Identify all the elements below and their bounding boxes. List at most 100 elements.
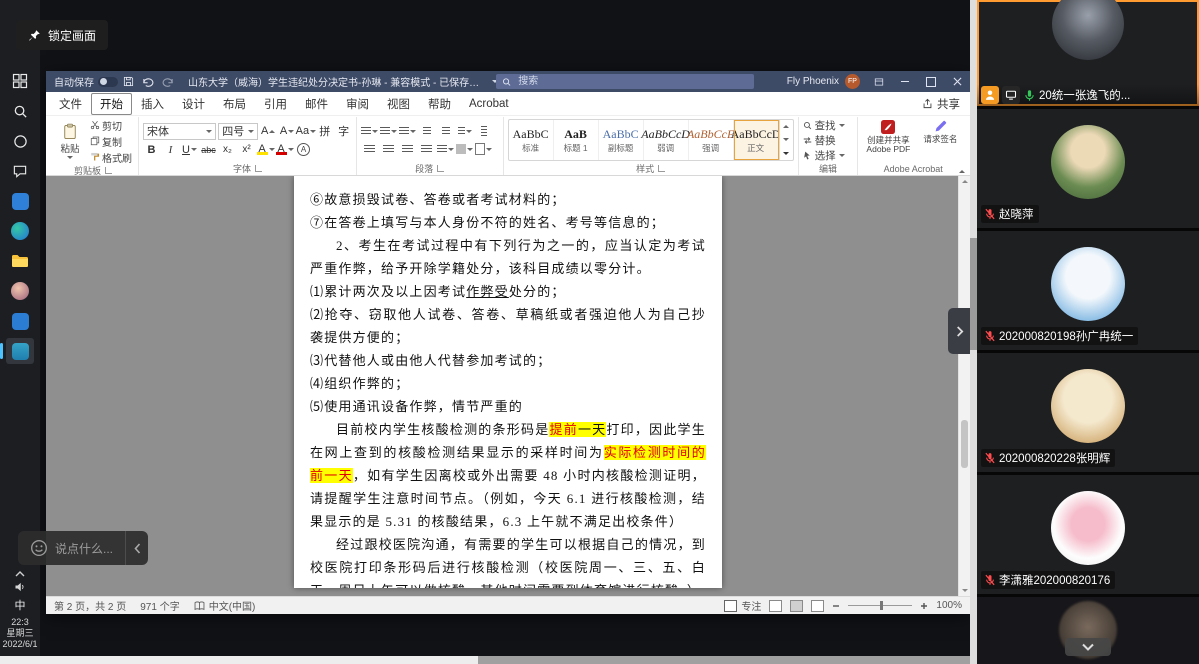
cortana-icon[interactable] (6, 128, 34, 154)
speaker-icon[interactable] (14, 581, 26, 593)
font-launcher-icon[interactable] (255, 165, 262, 172)
align-left-button[interactable] (361, 141, 378, 157)
phonetic-guide-button[interactable]: 拼 (316, 123, 333, 139)
language-indicator[interactable]: 中文(中国) (194, 598, 255, 613)
italic-button[interactable]: I (162, 142, 179, 158)
ime-indicator[interactable]: 中 (14, 597, 25, 613)
select-button[interactable]: 选择 (803, 149, 845, 162)
tab-home[interactable]: 开始 (91, 92, 132, 115)
cut-button[interactable]: 剪切 (88, 118, 134, 133)
align-center-button[interactable] (380, 141, 397, 157)
video-app-icon[interactable] (6, 188, 34, 214)
close-button[interactable] (944, 71, 970, 92)
zoom-out-button[interactable] (832, 602, 840, 610)
app-icon-blue[interactable] (6, 308, 34, 334)
redo-button[interactable] (158, 71, 178, 92)
shrink-font-button[interactable]: A (279, 123, 296, 139)
underline-button[interactable]: U (181, 142, 198, 158)
tab-review[interactable]: 审阅 (337, 93, 378, 115)
style-card-3[interactable]: AaBbCcD 弱调 (641, 120, 690, 160)
chat-input[interactable]: 说点什么... (18, 531, 126, 565)
font-size-select[interactable]: 四号 (218, 122, 258, 140)
styles-launcher-icon[interactable] (658, 165, 666, 172)
tab-design[interactable]: 设计 (173, 93, 214, 115)
change-case-button[interactable]: Aa (296, 123, 317, 139)
expand-participants-button[interactable] (1065, 638, 1111, 656)
collapse-ribbon-button[interactable] (959, 153, 965, 173)
search-input[interactable] (516, 75, 748, 88)
focus-mode-button[interactable]: 专注 (724, 598, 761, 613)
bullets-button[interactable] (361, 123, 378, 139)
find-button[interactable]: 查找 (803, 119, 845, 132)
tab-layout[interactable]: 布局 (214, 93, 255, 115)
line-spacing-button[interactable] (437, 141, 454, 157)
subscript-button[interactable]: x₂ (219, 142, 236, 158)
copy-button[interactable]: 复制 (88, 134, 134, 149)
numbering-button[interactable] (380, 123, 397, 139)
maximize-button[interactable] (918, 71, 944, 92)
request-signatures-button[interactable]: 请求签名 (918, 120, 962, 144)
meeting-app-icon[interactable] (0, 338, 34, 364)
show-formatting-marks-button[interactable] (475, 123, 492, 139)
edge-browser-icon[interactable] (6, 218, 34, 244)
tab-view[interactable]: 视图 (378, 93, 419, 115)
zoom-level[interactable]: 100% (936, 600, 962, 611)
clipboard-launcher-icon[interactable] (105, 167, 112, 174)
zoom-in-button[interactable] (920, 602, 928, 610)
decrease-indent-button[interactable] (418, 123, 435, 139)
styles-scroll-down-button[interactable] (780, 133, 793, 146)
align-right-button[interactable] (399, 141, 416, 157)
search-icon[interactable] (6, 98, 34, 124)
replace-button[interactable]: 替换 (803, 134, 845, 147)
style-card-5[interactable]: AaBbCcD 正文 (731, 120, 781, 160)
task-view-icon[interactable] (6, 68, 34, 94)
multilevel-list-button[interactable] (399, 123, 416, 139)
shared-screen-hscrollbar[interactable] (0, 656, 970, 664)
hscroll-thumb[interactable] (0, 656, 478, 664)
style-card-1[interactable]: AaB 标题 1 (554, 120, 599, 160)
vscroll-thumb[interactable] (970, 238, 977, 350)
style-card-0[interactable]: AaBbC 标准 (509, 120, 554, 160)
sort-button[interactable] (456, 123, 473, 139)
lock-view-button[interactable]: 锁定画面 (16, 20, 109, 50)
web-layout-icon[interactable] (811, 599, 825, 612)
shared-screen-vscrollbar[interactable] (970, 0, 977, 664)
undo-button[interactable] (138, 71, 158, 92)
participant-tile[interactable]: 202000820198孙广冉统一 (977, 231, 1199, 350)
text-highlight-button[interactable]: A (256, 142, 275, 158)
increase-indent-button[interactable] (437, 123, 454, 139)
enclose-character-button[interactable]: A (295, 142, 312, 158)
format-painter-button[interactable]: 格式刷 (88, 150, 134, 165)
participant-tile-partial[interactable] (977, 597, 1199, 664)
shading-button[interactable] (456, 141, 473, 157)
tab-file[interactable]: 文件 (50, 93, 91, 115)
word-count[interactable]: 971 个字 (140, 598, 179, 613)
tab-references[interactable]: 引用 (255, 93, 296, 115)
document-page[interactable]: ⑥故意损毁试卷、答卷或者考试材料的； ⑦在答卷上填写与本人身份不符的姓名、考号等信… (294, 176, 722, 588)
participant-tile[interactable]: 李潇雅202000820176 (977, 475, 1199, 594)
paragraph-launcher-icon[interactable] (437, 165, 445, 172)
print-layout-icon[interactable] (790, 599, 804, 612)
user-avatar[interactable]: FP (845, 74, 860, 89)
participant-tile-presenter[interactable]: 20统一张逸飞的... (977, 0, 1199, 106)
justify-button[interactable] (418, 141, 435, 157)
zoom-slider-thumb[interactable] (880, 601, 884, 610)
share-button[interactable]: 共享 (922, 96, 960, 112)
tab-acrobat[interactable]: Acrobat (460, 95, 518, 113)
tab-help[interactable]: 帮助 (419, 93, 460, 115)
taskbar-clock[interactable]: 22:3 星期三 2022/6/1 (2, 617, 37, 650)
character-border-button[interactable]: 字 (335, 123, 352, 139)
scroll-down-icon[interactable] (959, 585, 970, 596)
user-profile-icon[interactable] (6, 278, 34, 304)
page-indicator[interactable]: 第 2 页，共 2 页 (54, 598, 126, 613)
file-explorer-icon[interactable] (6, 248, 34, 274)
scroll-up-icon[interactable] (959, 176, 970, 187)
participant-tile[interactable]: 赵晓萍 (977, 109, 1199, 228)
search-box[interactable] (496, 74, 754, 89)
styles-scroll-up-button[interactable] (780, 120, 793, 133)
font-name-select[interactable]: 宋体 (143, 122, 217, 140)
ribbon-display-options-button[interactable] (866, 71, 892, 92)
bold-button[interactable]: B (143, 142, 160, 158)
autosave-toggle[interactable]: 自动保存 (54, 74, 118, 89)
word-scroll-thumb[interactable] (961, 419, 968, 468)
